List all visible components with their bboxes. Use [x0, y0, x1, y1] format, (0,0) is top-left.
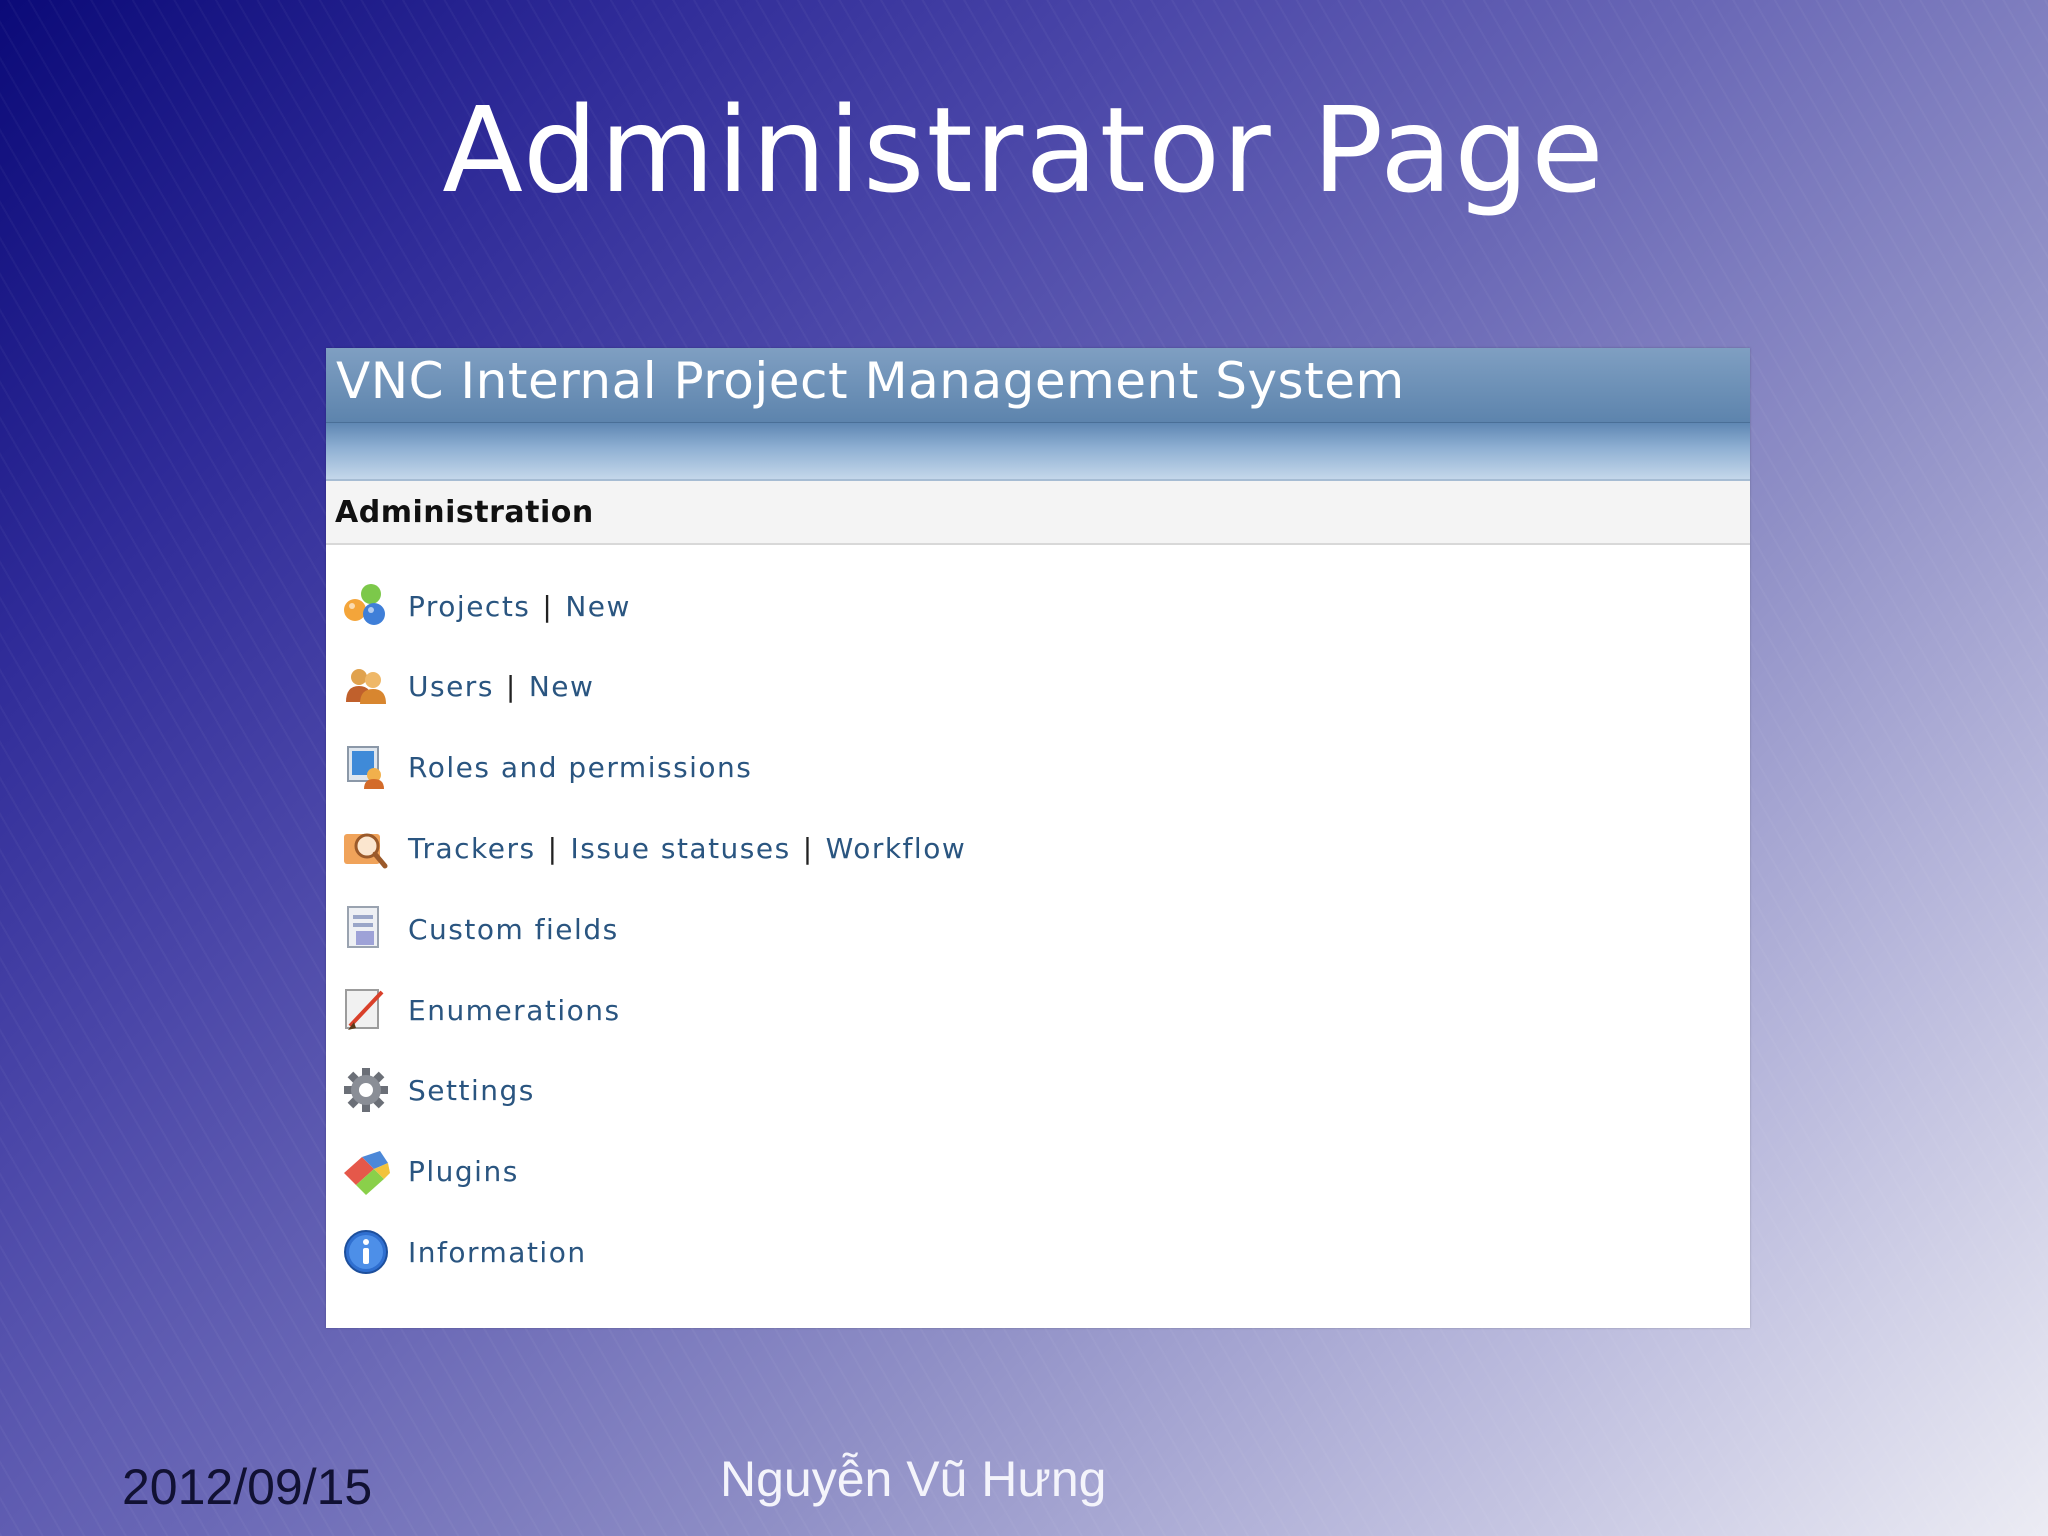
admin-item-enumerations: Enumerations [340, 982, 621, 1038]
enumerations-link[interactable]: Enumerations [408, 994, 621, 1027]
app-header: VNC Internal Project Management System [326, 348, 1750, 423]
admin-item-custom-fields: Custom fields [340, 901, 619, 957]
admin-item-settings: Settings [340, 1062, 535, 1118]
information-link[interactable]: Information [408, 1236, 587, 1269]
users-link[interactable]: Users [408, 670, 494, 703]
section-title: Administration [335, 494, 594, 530]
users-icon [340, 660, 392, 712]
enumerations-icon [340, 984, 392, 1036]
slide-author: Nguyễn Vũ Hưng [720, 1451, 1107, 1507]
admin-item-projects: Projects | New [340, 578, 631, 634]
trackers-link[interactable]: Trackers [408, 832, 536, 865]
settings-link[interactable]: Settings [408, 1074, 535, 1107]
plugins-icon [340, 1145, 392, 1197]
admin-item-roles: Roles and permissions [340, 739, 752, 795]
separator: | [505, 669, 517, 703]
gear-icon [340, 1064, 392, 1116]
trackers-icon [340, 822, 392, 874]
section-header: Administration [326, 481, 1750, 545]
new-project-link[interactable]: New [565, 590, 631, 623]
issue-statuses-link[interactable]: Issue statuses [571, 832, 791, 865]
slide-title: Administrator Page [442, 81, 1606, 219]
new-user-link[interactable]: New [529, 670, 595, 703]
projects-icon [340, 580, 392, 632]
slide-date: 2012/09/15 [122, 1459, 373, 1515]
custom-fields-icon [340, 903, 392, 955]
app-screenshot: VNC Internal Project Management System A… [326, 348, 1750, 1328]
plugins-link[interactable]: Plugins [408, 1155, 519, 1188]
projects-link[interactable]: Projects [408, 590, 530, 623]
admin-item-trackers: Trackers | Issue statuses | Workflow [340, 820, 966, 876]
app-menubar [326, 423, 1750, 481]
workflow-link[interactable]: Workflow [826, 832, 967, 865]
separator: | [547, 831, 559, 865]
separator: | [542, 589, 554, 623]
app-title: VNC Internal Project Management System [336, 352, 1405, 410]
roles-icon [340, 741, 392, 793]
admin-item-plugins: Plugins [340, 1143, 519, 1199]
info-icon [340, 1226, 392, 1278]
admin-item-information: Information [340, 1224, 587, 1280]
custom-fields-link[interactable]: Custom fields [408, 913, 619, 946]
roles-link[interactable]: Roles and permissions [408, 751, 752, 784]
separator: | [802, 831, 814, 865]
admin-item-users: Users | New [340, 658, 594, 714]
